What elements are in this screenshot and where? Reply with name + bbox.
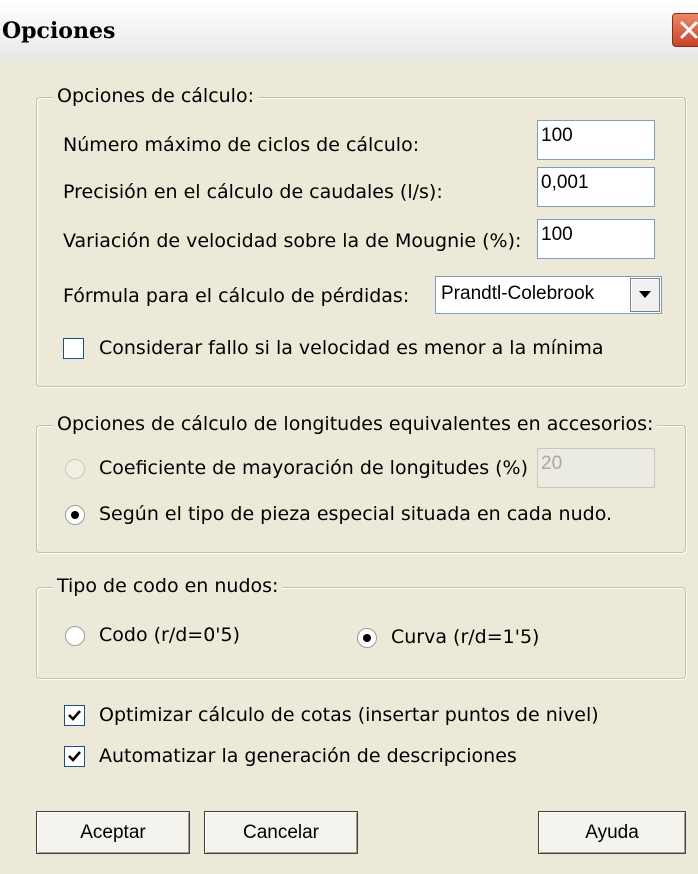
accept-button[interactable]: Aceptar [36,811,190,854]
precision-input[interactable]: 0,001 [537,167,655,207]
optimize-checkbox[interactable] [64,705,85,726]
close-icon [680,21,698,39]
curva-radio[interactable] [357,628,377,648]
max-cycles-input[interactable]: 100 [537,120,655,160]
formula-selected-value: Prandtl-Colebrook [441,283,595,304]
auto-description-checkbox[interactable] [64,746,85,767]
coef-radio[interactable] [65,459,85,479]
piece-label: Según el tipo de pieza especial situada … [99,503,613,525]
window-title: Opciones [2,18,116,44]
coef-label: Coeficiente de mayoración de longitudes … [99,457,529,479]
formula-dropdown-button[interactable] [630,278,660,312]
title-bar: Opciones [0,0,698,62]
failure-label: Considerar fallo si la velocidad es meno… [99,337,604,359]
equiv-length-group: Opciones de cálculo de longitudes equiva… [36,413,686,553]
max-cycles-label: Número máximo de ciclos de cálculo: [63,134,420,156]
help-button[interactable]: Ayuda [538,811,686,854]
optimize-label: Optimizar cálculo de cotas (insertar pun… [99,704,599,726]
curva-label: Curva (r/d=1'5) [391,626,540,648]
chevron-down-icon [639,291,651,298]
auto-description-label: Automatizar la generación de descripcion… [99,745,517,767]
precision-label: Precisión en el cálculo de caudales (l/s… [63,181,443,203]
formula-label: Fórmula para el cálculo de pérdidas: [63,285,410,307]
close-button[interactable] [672,13,698,47]
coef-input: 20 [537,448,655,488]
calc-options-group: Opciones de cálculo: Número máximo de ci… [36,85,686,387]
codo-radio[interactable] [65,626,85,646]
cancel-button[interactable]: Cancelar [204,811,358,854]
calc-options-legend: Opciones de cálculo: [53,85,258,107]
radio-selected-dot [363,634,371,642]
formula-select[interactable]: Prandtl-Colebrook [435,276,662,314]
elbow-type-legend: Tipo de codo en nudos: [53,575,283,597]
check-icon [68,751,81,762]
radio-selected-dot [71,511,79,519]
equiv-length-legend: Opciones de cálculo de longitudes equiva… [53,413,658,435]
piece-radio[interactable] [65,505,85,525]
check-icon [68,710,81,721]
failure-checkbox[interactable] [63,338,84,359]
codo-label: Codo (r/d=0'5) [99,624,241,646]
velocity-input[interactable]: 100 [537,219,655,259]
elbow-type-group: Tipo de codo en nudos: Codo (r/d=0'5) Cu… [36,575,686,679]
velocity-label: Variación de velocidad sobre la de Mougn… [63,230,522,252]
